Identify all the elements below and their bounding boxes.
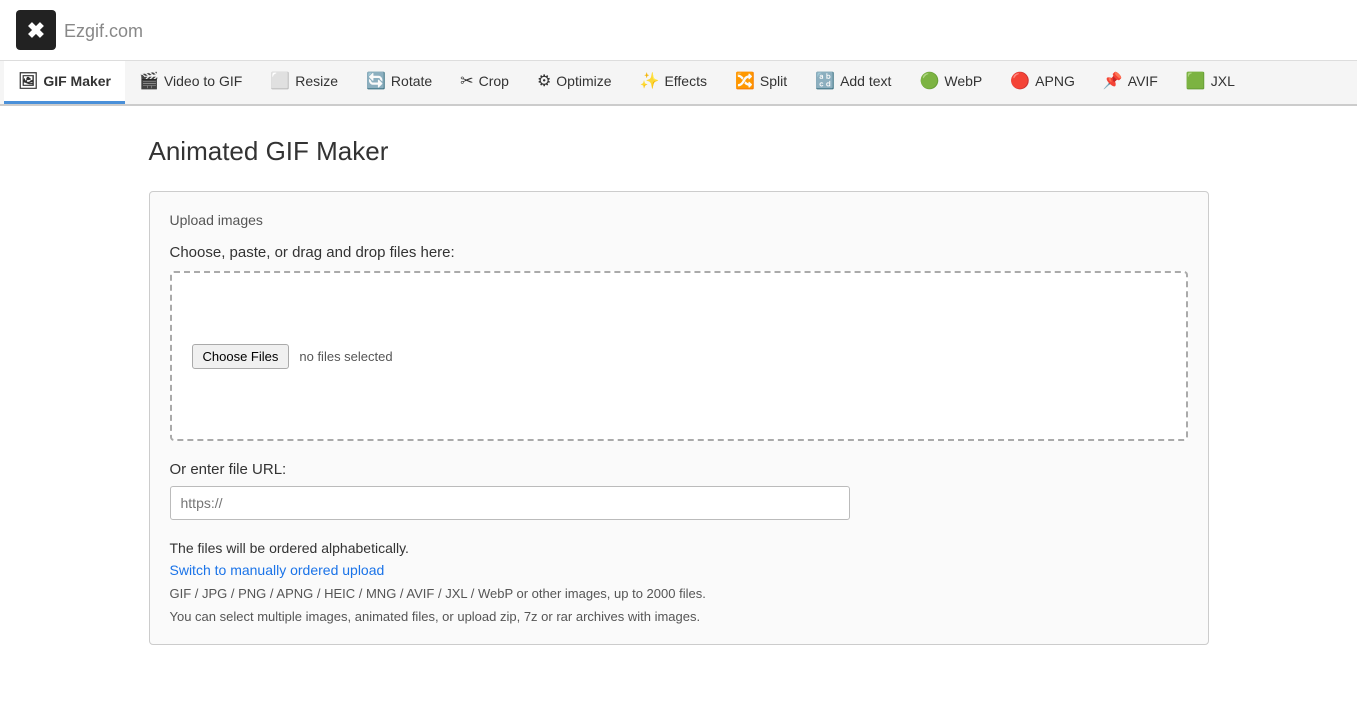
upload-label: Choose, paste, or drag and drop files he…	[170, 244, 1188, 261]
url-label: Or enter file URL:	[170, 461, 1188, 478]
nav-label-crop: Crop	[479, 73, 509, 89]
nav-label-resize: Resize	[295, 73, 338, 89]
nav-item-effects[interactable]: ✨ Effects	[626, 61, 721, 104]
nav-label-jxl: JXL	[1211, 73, 1235, 89]
info-text-multiple: You can select multiple images, animated…	[170, 609, 1188, 624]
url-section: Or enter file URL:	[170, 461, 1188, 520]
jxl-icon: 🟩	[1186, 71, 1206, 91]
rotate-icon: 🔄	[366, 71, 386, 91]
nav-item-crop[interactable]: ✂ Crop	[446, 61, 523, 104]
nav-label-gif-maker: GIF Maker	[43, 73, 111, 89]
apng-icon: 🔴	[1010, 71, 1030, 91]
file-input-label[interactable]: Choose Files no files selected	[192, 344, 393, 369]
nav-item-webp[interactable]: 🟢 WebP	[905, 61, 996, 104]
no-files-text: no files selected	[299, 349, 392, 364]
video-to-gif-icon: 🎬	[139, 71, 159, 91]
nav-label-effects: Effects	[664, 73, 707, 89]
main-nav: 🖼 GIF Maker 🎬 Video to GIF ⬜ Resize 🔄 Ro…	[0, 61, 1357, 106]
optimize-icon: ⚙	[537, 71, 551, 91]
nav-item-split[interactable]: 🔀 Split	[721, 61, 801, 104]
nav-item-resize[interactable]: ⬜ Resize	[256, 61, 352, 104]
nav-item-rotate[interactable]: 🔄 Rotate	[352, 61, 446, 104]
nav-label-video-to-gif: Video to GIF	[164, 73, 242, 89]
nav-item-avif[interactable]: 📌 AVIF	[1089, 61, 1172, 104]
page-title: Animated GIF Maker	[149, 136, 1209, 167]
nav-label-apng: APNG	[1035, 73, 1075, 89]
nav-item-video-to-gif[interactable]: 🎬 Video to GIF	[125, 61, 256, 104]
crop-icon: ✂	[460, 71, 473, 91]
nav-label-avif: AVIF	[1128, 73, 1158, 89]
nav-item-apng[interactable]: 🔴 APNG	[996, 61, 1089, 104]
info-text-alphabetical: The files will be ordered alphabetically…	[170, 540, 1188, 556]
logo-suffix: .com	[104, 21, 143, 41]
nav-item-add-text[interactable]: 🔡 Add text	[801, 61, 905, 104]
main-content: Animated GIF Maker Upload images Choose,…	[129, 106, 1229, 675]
url-input[interactable]	[170, 486, 850, 520]
effects-icon: ✨	[640, 71, 660, 91]
switch-to-manual-link[interactable]: Switch to manually ordered upload	[170, 562, 385, 578]
avif-icon: 📌	[1103, 71, 1123, 91]
info-section: The files will be ordered alphabetically…	[170, 540, 1188, 624]
nav-item-jxl[interactable]: 🟩 JXL	[1172, 61, 1249, 104]
nav-item-optimize[interactable]: ⚙ Optimize	[523, 61, 626, 104]
webp-icon: 🟢	[919, 71, 939, 91]
nav-item-gif-maker[interactable]: 🖼 GIF Maker	[4, 61, 125, 104]
nav-label-rotate: Rotate	[391, 73, 432, 89]
nav-label-webp: WebP	[944, 73, 982, 89]
nav-label-split: Split	[760, 73, 787, 89]
upload-section: Upload images Choose, paste, or drag and…	[149, 191, 1209, 645]
nav-label-optimize: Optimize	[556, 73, 611, 89]
info-text-formats: GIF / JPG / PNG / APNG / HEIC / MNG / AV…	[170, 586, 1188, 601]
header: ✖ Ezgif.com	[0, 0, 1357, 61]
drop-zone[interactable]: Choose Files no files selected	[170, 271, 1188, 441]
nav-label-add-text: Add text	[840, 73, 891, 89]
choose-files-button[interactable]: Choose Files	[192, 344, 290, 369]
resize-icon: ⬜	[270, 71, 290, 91]
add-text-icon: 🔡	[815, 71, 835, 91]
split-icon: 🔀	[735, 71, 755, 91]
upload-section-title: Upload images	[170, 212, 1188, 228]
logo-name: Ezgif	[64, 21, 104, 41]
logo-icon: ✖	[16, 10, 56, 50]
gif-maker-icon: 🖼	[18, 71, 38, 91]
svg-text:✖: ✖	[27, 18, 45, 43]
logo-text: Ezgif.com	[64, 17, 143, 43]
